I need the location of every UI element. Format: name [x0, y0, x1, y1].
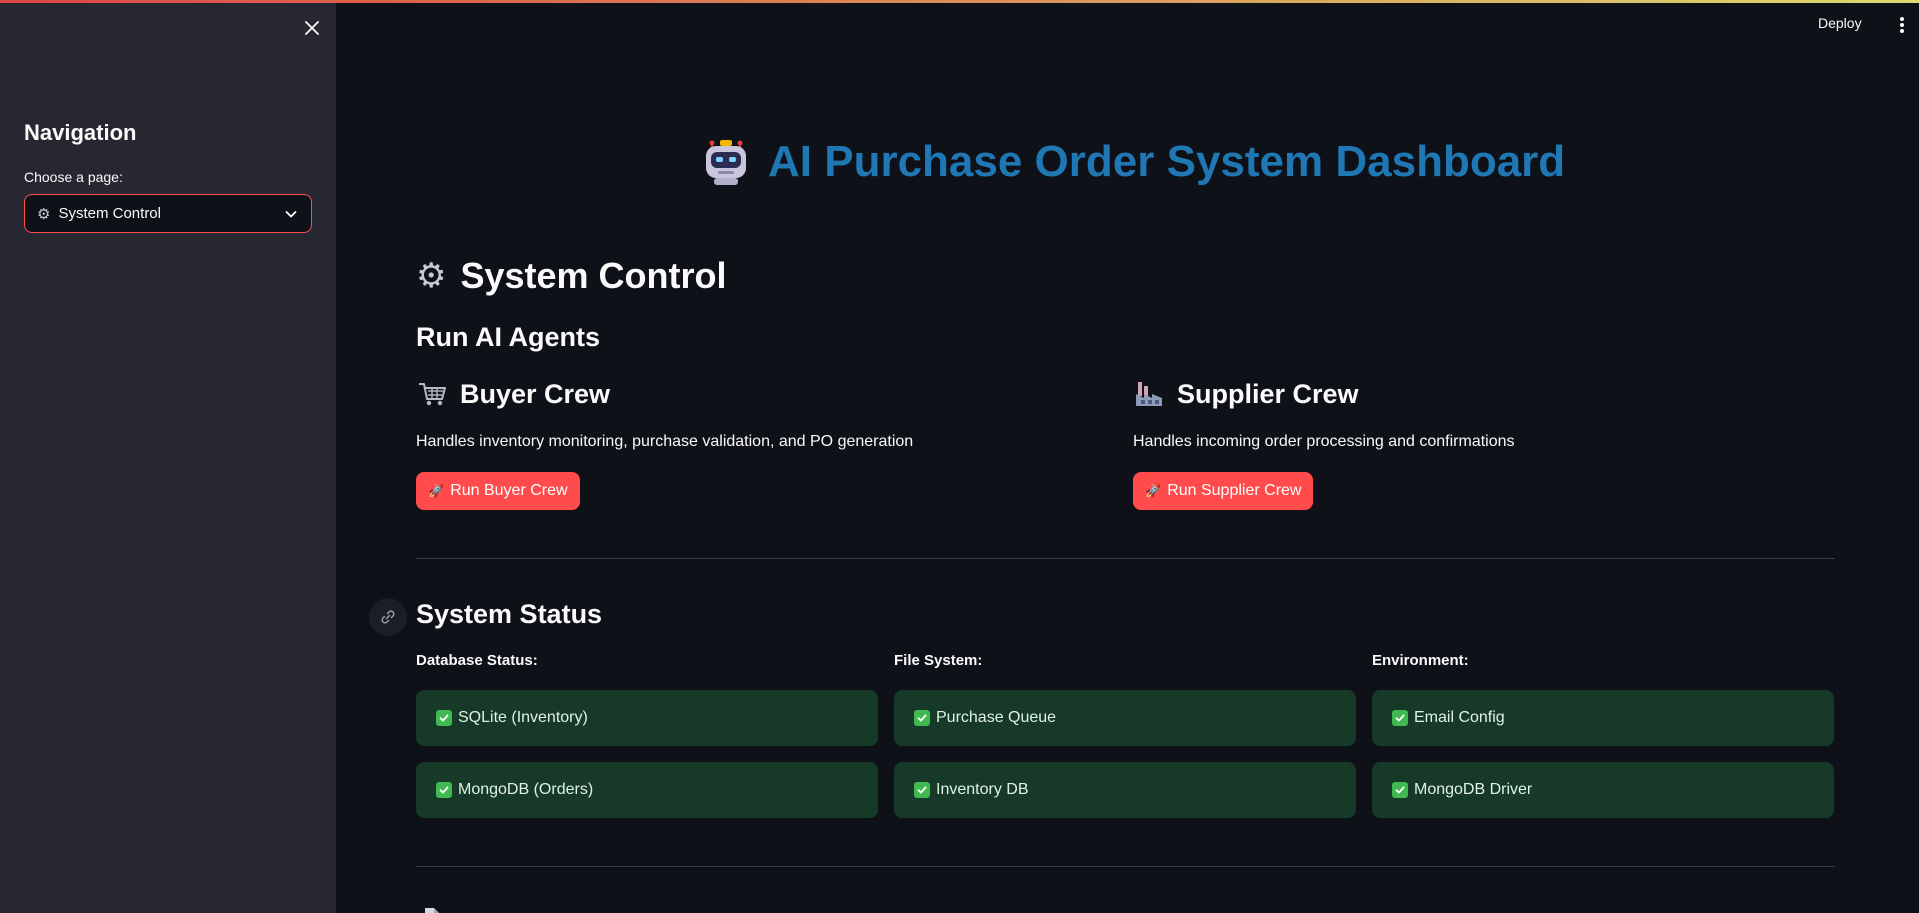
status-item: MongoDB (Orders) — [416, 762, 878, 818]
buyer-crew-description: Handles inventory monitoring, purchase v… — [416, 433, 914, 450]
top-decoration-bar — [0, 0, 1919, 3]
file-system-label: File System: — [894, 652, 983, 669]
status-item-label: Purchase Queue — [936, 709, 1057, 726]
check-icon — [436, 782, 452, 798]
status-item: MongoDB Driver — [1372, 762, 1834, 818]
run-buyer-crew-label: Run Buyer Crew — [450, 482, 568, 499]
close-sidebar-button[interactable] — [300, 16, 324, 40]
status-item-label: Inventory DB — [936, 781, 1029, 798]
shopping-cart-icon — [419, 383, 446, 406]
run-supplier-crew-label: Run Supplier Crew — [1167, 482, 1302, 499]
check-icon — [1392, 710, 1408, 726]
main-menu-button[interactable] — [1893, 14, 1911, 36]
factory-icon — [1136, 382, 1162, 406]
status-item: Inventory DB — [894, 762, 1356, 818]
status-item-label: Email Config — [1414, 709, 1505, 726]
section-title: ⚙ System Control — [416, 255, 727, 297]
check-icon — [1392, 782, 1408, 798]
page-select[interactable]: ⚙ System Control — [24, 194, 312, 233]
sidebar: Navigation Choose a page: ⚙ System Contr… — [0, 0, 336, 913]
kebab-dot — [1900, 29, 1904, 33]
status-item: Email Config — [1372, 690, 1834, 746]
supplier-crew-title: Supplier Crew — [1177, 378, 1359, 409]
supplier-crew-description: Handles incoming order processing and co… — [1133, 433, 1515, 450]
status-item: Purchase Queue — [894, 690, 1356, 746]
check-icon — [436, 710, 452, 726]
kebab-dot — [1900, 23, 1904, 27]
check-icon — [914, 710, 930, 726]
environment-label: Environment: — [1372, 652, 1469, 669]
system-status-heading: System Status — [416, 599, 603, 629]
supplier-crew-heading: Supplier Crew — [1133, 378, 1359, 410]
database-status-label: Database Status: — [416, 652, 538, 669]
section-title-text: System Control — [460, 255, 727, 296]
chevron-down-icon — [285, 210, 297, 217]
kebab-dot — [1900, 17, 1904, 21]
document-icon — [420, 906, 444, 913]
rocket-icon: 🚀 — [1145, 483, 1162, 498]
page-title-text: AI Purchase Order System Dashboard — [768, 137, 1566, 186]
rocket-icon: 🚀 — [428, 483, 445, 498]
status-item-label: MongoDB (Orders) — [458, 781, 594, 798]
buyer-crew-title: Buyer Crew — [460, 378, 611, 409]
deploy-button[interactable]: Deploy — [1818, 15, 1862, 31]
buyer-crew-heading: Buyer Crew — [416, 378, 610, 410]
status-item-label: MongoDB Driver — [1414, 781, 1533, 798]
page-select-label: Choose a page: — [24, 169, 123, 185]
divider — [416, 866, 1835, 867]
anchor-link-button[interactable] — [369, 598, 407, 636]
close-icon — [305, 21, 319, 35]
robot-icon — [706, 140, 746, 185]
gear-icon: ⚙ — [416, 257, 447, 295]
sidebar-title: Navigation — [24, 120, 137, 145]
check-icon — [914, 782, 930, 798]
divider — [416, 558, 1835, 559]
status-item: SQLite (Inventory) — [416, 690, 878, 746]
page-title: AI Purchase Order System Dashboard — [700, 132, 1565, 192]
gear-icon: ⚙ — [37, 205, 51, 223]
run-supplier-crew-button[interactable]: 🚀 Run Supplier Crew — [1133, 472, 1314, 510]
run-agents-heading: Run AI Agents — [416, 322, 600, 352]
page-select-value: System Control — [58, 205, 161, 222]
status-item-label: SQLite (Inventory) — [458, 709, 588, 726]
link-icon — [381, 610, 395, 624]
run-buyer-crew-button[interactable]: 🚀 Run Buyer Crew — [416, 472, 580, 510]
